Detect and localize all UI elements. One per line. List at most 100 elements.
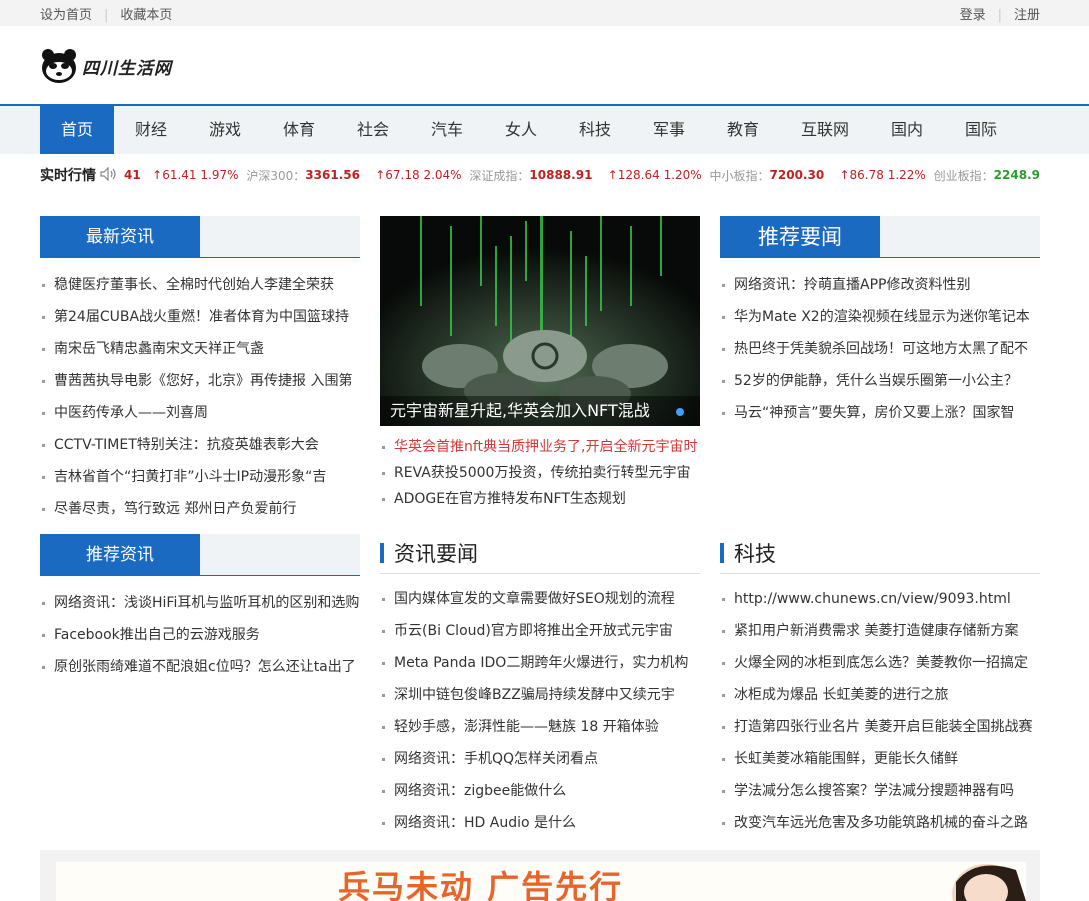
list-item[interactable]: 网络资讯：zigbee能做什么 [380, 778, 700, 810]
list-item[interactable]: http://www.chunews.cn/view/9093.html [720, 586, 1040, 618]
ticker-pct: 1.97% [200, 168, 239, 182]
ticker-value-szcz: 10888.91 [529, 168, 593, 182]
list-item[interactable]: 网络资讯：HD Audio 是什么 [380, 810, 700, 842]
list-item[interactable]: 马云“神预言”要失算，房价又要上涨？国家智 [720, 400, 1040, 432]
list-item[interactable]: 冰柜成为爆品 长虹美菱的进行之旅 [720, 682, 1040, 714]
list-item[interactable]: 火爆全网的冰柜到底怎么选？美菱教你一招搞定 [720, 650, 1040, 682]
recommend-info-title[interactable]: 推荐资讯 [40, 534, 200, 576]
nav-item[interactable]: 体育 [262, 106, 336, 154]
latest-news-title[interactable]: 最新资讯 [40, 216, 200, 258]
list-item[interactable]: 热巴终于凭美貌杀回战场！可这地方太黑了配不 [720, 336, 1040, 368]
header-filler [200, 216, 360, 257]
ticker-value-hs300: 3361.56 [305, 168, 360, 182]
headlines-list: 网络资讯：拎萌直播APP修改资料性别 华为Mate X2的渲染视频在线显示为迷你笔… [720, 272, 1040, 432]
headlines-title[interactable]: 推荐要闻 [720, 216, 880, 258]
recommend-info-section: 推荐资讯 网络资讯：浅谈HiFi耳机与监听耳机的区别和选购 Facebook推出自… [40, 534, 360, 686]
recommend-info-header: 推荐资讯 [40, 534, 360, 576]
list-item[interactable]: 尽善尽责，笃行致远 郑州日产负爱前行 [40, 496, 360, 528]
nav-item[interactable]: 财经 [114, 106, 188, 154]
nav-list: 首页 财经 游戏 体育 社会 汽车 女人 科技 军事 教育 互联网 国内 国际 [40, 106, 1018, 154]
list-item[interactable]: 国内媒体宣发的文章需要做好SEO规划的流程 [380, 586, 700, 618]
list-item[interactable]: ADOGE在官方推特发布NFT生态规划 [380, 486, 700, 512]
main-nav: 首页 财经 游戏 体育 社会 汽车 女人 科技 军事 教育 互联网 国内 国际 [0, 106, 1089, 154]
ticker-label: 实时行情 [40, 168, 96, 184]
headlines-section: 推荐要闻 网络资讯：拎萌直播APP修改资料性别 华为Mate X2的渲染视频在线显… [720, 216, 1040, 432]
ticker-name-hs300: 沪深300： [246, 168, 306, 183]
ticker-change: ↑61.41 [152, 168, 197, 182]
list-item[interactable]: REVA获投5000万投资，传统拍卖行转型元宇宙 [380, 460, 700, 486]
ticker-change-hs300: ↑67.18 [375, 168, 420, 182]
top-bar-right: 登录 | 注册 [960, 4, 1040, 23]
list-item[interactable]: 长虹美菱冰箱能围鲜，更能长久储鲜 [720, 746, 1040, 778]
site-logo[interactable]: 四川生活网 [40, 48, 172, 84]
speaker-icon[interactable] [100, 166, 116, 184]
headlines-header: 推荐要闻 [720, 216, 1040, 258]
section-marker [720, 543, 724, 563]
feature-image [380, 216, 700, 426]
news-list: 国内媒体宣发的文章需要做好SEO规划的流程 币云(Bi Cloud)官方即将推出全… [380, 586, 700, 842]
list-item[interactable]: 南宋岳飞精忠蠡南宋文天祥正气盏 [40, 336, 360, 368]
nav-item[interactable]: 国际 [944, 106, 1018, 154]
set-homepage-link[interactable]: 设为首页 [40, 8, 92, 23]
list-item[interactable]: 深圳中链包俊峰BZZ骗局持续发酵中又续元宇 [380, 682, 700, 714]
top-bar-left: 设为首页 | 收藏本页 [40, 4, 172, 23]
header-filler [880, 216, 1040, 257]
recommend-info-list: 网络资讯：浅谈HiFi耳机与监听耳机的区别和选购 Facebook推出自己的云游戏… [40, 590, 360, 686]
ticker-value-zxb: 7200.30 [769, 168, 825, 182]
list-item[interactable]: 稳健医疗董事长、全棉时代创始人李建全荣获 [40, 272, 360, 304]
logo-text: 四川生活网 [82, 58, 172, 79]
feature-slideshow[interactable]: 元宇宙新星升起,华英会加入NFT混战 [380, 216, 700, 426]
list-item[interactable]: 原创张雨绮难道不配浪姐c位吗？怎么还让ta出了 [40, 654, 360, 686]
news-title[interactable]: 资讯要闻 [394, 538, 478, 568]
list-item[interactable]: 币云(Bi Cloud)官方即将推出全开放式元宇宙 [380, 618, 700, 650]
nav-item[interactable]: 教育 [706, 106, 780, 154]
tech-title[interactable]: 科技 [734, 538, 776, 568]
panda-logo-icon [40, 48, 78, 84]
register-link[interactable]: 注册 [1014, 8, 1040, 23]
feature-news-list: 华英会首推nft典当质押业务了,开启全新元宇宙时 REVA获投5000万投资，传统… [380, 434, 700, 512]
nav-item[interactable]: 科技 [558, 106, 632, 154]
top-bar: 设为首页 | 收藏本页 登录 | 注册 [0, 0, 1089, 26]
list-item[interactable]: 紧扣用户新消费需求 美菱打造健康存储新方案 [720, 618, 1040, 650]
list-item[interactable]: CCTV-TIMET特别关注：抗疫英雄表彰大会 [40, 432, 360, 464]
nav-item[interactable]: 互联网 [780, 106, 870, 154]
news-header: 资讯要闻 [380, 532, 700, 574]
ticker-pct-szcz: 1.20% [663, 168, 702, 182]
list-item[interactable]: 华为Mate X2的渲染视频在线显示为迷你笔记本 [720, 304, 1040, 336]
nav-item[interactable]: 女人 [484, 106, 558, 154]
list-item[interactable]: 轻妙手感，澎湃性能——魅族 18 开箱体验 [380, 714, 700, 746]
list-item[interactable]: 曹茜茜执导电影《您好，北京》再传捷报 入围第 [40, 368, 360, 400]
list-item[interactable]: 华英会首推nft典当质押业务了,开启全新元宇宙时 [380, 434, 700, 460]
list-item[interactable]: 第24届CUBA战火重燃！准者体育为中国篮球持 [40, 304, 360, 336]
bookmark-link[interactable]: 收藏本页 [120, 8, 172, 23]
list-item[interactable]: 52岁的伊能静，凭什么当娱乐圈第一小公主？ [720, 368, 1040, 400]
list-item[interactable]: 网络资讯：手机QQ怎样关闭看点 [380, 746, 700, 778]
list-item[interactable]: 网络资讯：浅谈HiFi耳机与监听耳机的区别和选购 [40, 590, 360, 622]
list-item[interactable]: 吉林省首个“扫黄打非”小斗士IP动漫形象“吉 [40, 464, 360, 496]
ad-person-image [952, 864, 1026, 901]
list-item[interactable]: Facebook推出自己的云游戏服务 [40, 622, 360, 654]
nav-item[interactable]: 社会 [336, 106, 410, 154]
feature-caption[interactable]: 元宇宙新星升起,华英会加入NFT混战 [380, 396, 700, 426]
nav-item[interactable]: 汽车 [410, 106, 484, 154]
list-item[interactable]: 学法减分怎么搜答案？学法减分搜题神器有吗 [720, 778, 1040, 810]
slide-indicator-dot[interactable] [676, 408, 684, 416]
list-item[interactable]: 打造第四张行业名片 美菱开启巨能装全国挑战赛 [720, 714, 1040, 746]
tech-section: 科技 http://www.chunews.cn/view/9093.html 紧… [720, 532, 1040, 842]
ad-banner[interactable]: 兵马未动 广告先行 [40, 850, 1040, 901]
nav-item[interactable]: 游戏 [188, 106, 262, 154]
nav-item[interactable]: 国内 [870, 106, 944, 154]
nav-item[interactable]: 首页 [40, 106, 114, 154]
nav-item[interactable]: 军事 [632, 106, 706, 154]
login-link[interactable]: 登录 [960, 8, 986, 23]
market-ticker: 实时行情 41 ↑61.41 1.97% 沪深300： 3361.56 ↑67.… [40, 164, 1040, 186]
list-item[interactable]: 网络资讯：拎萌直播APP修改资料性别 [720, 272, 1040, 304]
list-item[interactable]: Meta Panda IDO二期跨年火爆进行，实力机构 [380, 650, 700, 682]
latest-news-header: 最新资讯 [40, 216, 360, 258]
ticker-pct-hs300: 2.04% [423, 168, 462, 182]
ticker-change-zxb: ↑86.78 [839, 168, 884, 182]
list-item[interactable]: 中医药传承人——刘喜周 [40, 400, 360, 432]
ad-inner: 兵马未动 广告先行 [56, 862, 1026, 901]
list-item[interactable]: 改变汽车远光危害及多功能筑路机械的奋斗之路 [720, 810, 1040, 842]
latest-news-section: 最新资讯 稳健医疗董事长、全棉时代创始人李建全荣获 第24届CUBA战火重燃！准者… [40, 216, 360, 528]
